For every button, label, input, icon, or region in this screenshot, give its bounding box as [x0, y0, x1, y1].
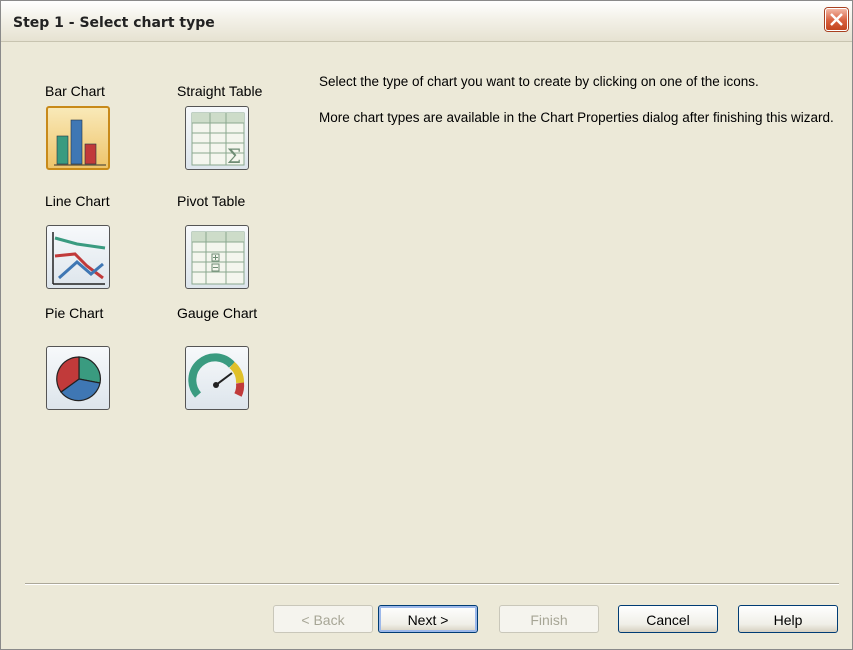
- button-separator: [25, 583, 839, 585]
- gauge-chart-label: Gauge Chart: [177, 305, 258, 321]
- chart-wizard-dialog: Step 1 - Select chart type Bar Chart Str…: [0, 0, 853, 650]
- line-chart-button[interactable]: [46, 225, 110, 289]
- title-bar[interactable]: Step 1 - Select chart type: [1, 1, 852, 42]
- instruction-text: Select the type of chart you want to cre…: [319, 74, 759, 89]
- line-chart-label: Line Chart: [45, 193, 110, 209]
- pivot-table-button[interactable]: [185, 225, 249, 289]
- dialog-title: Step 1 - Select chart type: [13, 15, 215, 31]
- pie-chart-button[interactable]: [46, 346, 110, 410]
- line-chart-icon: [52, 232, 106, 285]
- cancel-button[interactable]: Cancel: [618, 605, 718, 633]
- svg-text:Σ: Σ: [227, 144, 241, 168]
- bar-chart-icon: [54, 119, 106, 166]
- more-chart-types-note: More chart types are available in the Ch…: [319, 110, 834, 125]
- finish-button[interactable]: Finish: [499, 605, 599, 633]
- straight-table-button[interactable]: Σ: [185, 106, 249, 170]
- back-button[interactable]: < Back: [273, 605, 373, 633]
- straight-table-icon: Σ: [191, 112, 245, 168]
- bar-chart-label: Bar Chart: [45, 83, 105, 99]
- straight-table-label: Straight Table: [177, 83, 263, 99]
- pie-chart-label: Pie Chart: [45, 305, 104, 321]
- pie-chart-icon: [56, 356, 101, 402]
- gauge-chart-icon: [188, 353, 245, 398]
- next-button[interactable]: Next >: [378, 605, 478, 633]
- pivot-table-icon: [191, 231, 245, 285]
- gauge-chart-button[interactable]: [185, 346, 249, 410]
- pivot-table-label: Pivot Table: [177, 193, 246, 209]
- help-button[interactable]: Help: [738, 605, 838, 633]
- close-icon: [830, 13, 843, 26]
- close-button[interactable]: [825, 8, 848, 31]
- bar-chart-button[interactable]: [46, 106, 110, 170]
